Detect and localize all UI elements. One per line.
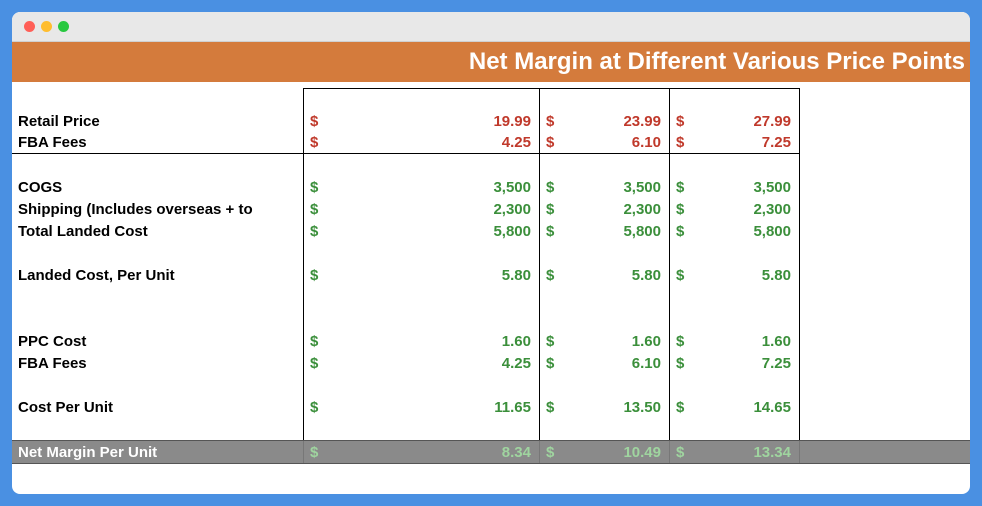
currency-symbol: $ xyxy=(540,179,564,196)
currency-symbol: $ xyxy=(304,267,328,284)
empty-row xyxy=(12,374,970,396)
currency-symbol: $ xyxy=(540,333,564,350)
currency-symbol: $ xyxy=(304,201,328,218)
cell-value: 14.65 xyxy=(694,399,799,416)
cell-value: 13.34 xyxy=(694,444,799,461)
currency-symbol: $ xyxy=(304,444,328,461)
row-label: Cost Per Unit xyxy=(12,396,304,418)
cell-value: 4.25 xyxy=(328,355,539,372)
cell-value: 10.49 xyxy=(564,444,669,461)
cell-value: 2,300 xyxy=(694,201,799,218)
app-window: Net Margin at Different Various Price Po… xyxy=(12,12,970,494)
cell-value: 19.99 xyxy=(328,113,539,130)
currency-symbol: $ xyxy=(670,399,694,416)
table-row: Shipping (Includes overseas + to $2,300 … xyxy=(12,198,970,220)
cell-value: 1.60 xyxy=(328,333,539,350)
row-label: Landed Cost, Per Unit xyxy=(12,264,304,286)
cell-value: 11.65 xyxy=(328,399,539,416)
spreadsheet: Retail Price $19.99 $23.99 $27.99 FBA Fe… xyxy=(12,82,970,464)
cell-value: 13.50 xyxy=(564,399,669,416)
table-row: Retail Price $19.99 $23.99 $27.99 xyxy=(12,110,970,132)
currency-symbol: $ xyxy=(670,333,694,350)
empty-row xyxy=(12,154,970,176)
cell-value: 27.99 xyxy=(694,113,799,130)
cell-value: 3,500 xyxy=(564,179,669,196)
cell-value: 4.25 xyxy=(328,134,539,151)
table-row: Landed Cost, Per Unit $5.80 $5.80 $5.80 xyxy=(12,264,970,286)
currency-symbol: $ xyxy=(670,134,694,151)
cell-value: 5,800 xyxy=(564,223,669,240)
cell-value: 7.25 xyxy=(694,134,799,151)
empty-row xyxy=(12,286,970,308)
cell-value: 3,500 xyxy=(694,179,799,196)
cell-value: 1.60 xyxy=(694,333,799,350)
row-label: FBA Fees xyxy=(12,132,304,154)
empty-row xyxy=(12,418,970,440)
currency-symbol: $ xyxy=(670,444,694,461)
empty-row xyxy=(12,308,970,330)
currency-symbol: $ xyxy=(540,267,564,284)
currency-symbol: $ xyxy=(304,399,328,416)
row-label: Total Landed Cost xyxy=(12,220,304,242)
cell-value: 6.10 xyxy=(564,134,669,151)
table-row: FBA Fees $4.25 $6.10 $7.25 xyxy=(12,132,970,154)
currency-symbol: $ xyxy=(540,399,564,416)
row-label: PPC Cost xyxy=(12,330,304,352)
row-label: Net Margin Per Unit xyxy=(12,441,304,463)
close-icon[interactable] xyxy=(24,21,35,32)
row-label: Shipping (Includes overseas + to xyxy=(12,198,304,220)
empty-row xyxy=(12,242,970,264)
cell-value: 8.34 xyxy=(328,444,539,461)
currency-symbol: $ xyxy=(670,201,694,218)
currency-symbol: $ xyxy=(304,134,328,151)
cell-value: 3,500 xyxy=(328,179,539,196)
currency-symbol: $ xyxy=(540,113,564,130)
currency-symbol: $ xyxy=(670,267,694,284)
currency-symbol: $ xyxy=(670,223,694,240)
titlebar xyxy=(12,12,970,42)
table-row: COGS $3,500 $3,500 $3,500 xyxy=(12,176,970,198)
cell-value: 6.10 xyxy=(564,355,669,372)
currency-symbol: $ xyxy=(304,223,328,240)
currency-symbol: $ xyxy=(540,444,564,461)
currency-symbol: $ xyxy=(540,134,564,151)
content-area: Net Margin at Different Various Price Po… xyxy=(12,42,970,494)
cell-value: 2,300 xyxy=(328,201,539,218)
table-row: PPC Cost $1.60 $1.60 $1.60 xyxy=(12,330,970,352)
table-row: FBA Fees $4.25 $6.10 $7.25 xyxy=(12,352,970,374)
cell-value: 7.25 xyxy=(694,355,799,372)
currency-symbol: $ xyxy=(304,355,328,372)
currency-symbol: $ xyxy=(670,113,694,130)
cell-value: 2,300 xyxy=(564,201,669,218)
row-label: FBA Fees xyxy=(12,352,304,374)
cell-value: 23.99 xyxy=(564,113,669,130)
currency-symbol: $ xyxy=(540,355,564,372)
cell-value: 5,800 xyxy=(694,223,799,240)
currency-symbol: $ xyxy=(304,179,328,196)
row-label: Retail Price xyxy=(12,110,304,132)
table-row: Total Landed Cost $5,800 $5,800 $5,800 xyxy=(12,220,970,242)
currency-symbol: $ xyxy=(540,201,564,218)
cell-value: 5.80 xyxy=(694,267,799,284)
minimize-icon[interactable] xyxy=(41,21,52,32)
table-row: Cost Per Unit $11.65 $13.50 $14.65 xyxy=(12,396,970,418)
currency-symbol: $ xyxy=(304,113,328,130)
cell-value: 1.60 xyxy=(564,333,669,350)
currency-symbol: $ xyxy=(304,333,328,350)
cell-value: 5,800 xyxy=(328,223,539,240)
currency-symbol: $ xyxy=(670,179,694,196)
page-title: Net Margin at Different Various Price Po… xyxy=(12,42,970,82)
footer-row: Net Margin Per Unit $8.34 $10.49 $13.34 xyxy=(12,440,970,464)
currency-symbol: $ xyxy=(540,223,564,240)
cell-value: 5.80 xyxy=(328,267,539,284)
cell-value: 5.80 xyxy=(564,267,669,284)
currency-symbol: $ xyxy=(670,355,694,372)
maximize-icon[interactable] xyxy=(58,21,69,32)
row-label: COGS xyxy=(12,176,304,198)
header-row xyxy=(12,88,970,110)
